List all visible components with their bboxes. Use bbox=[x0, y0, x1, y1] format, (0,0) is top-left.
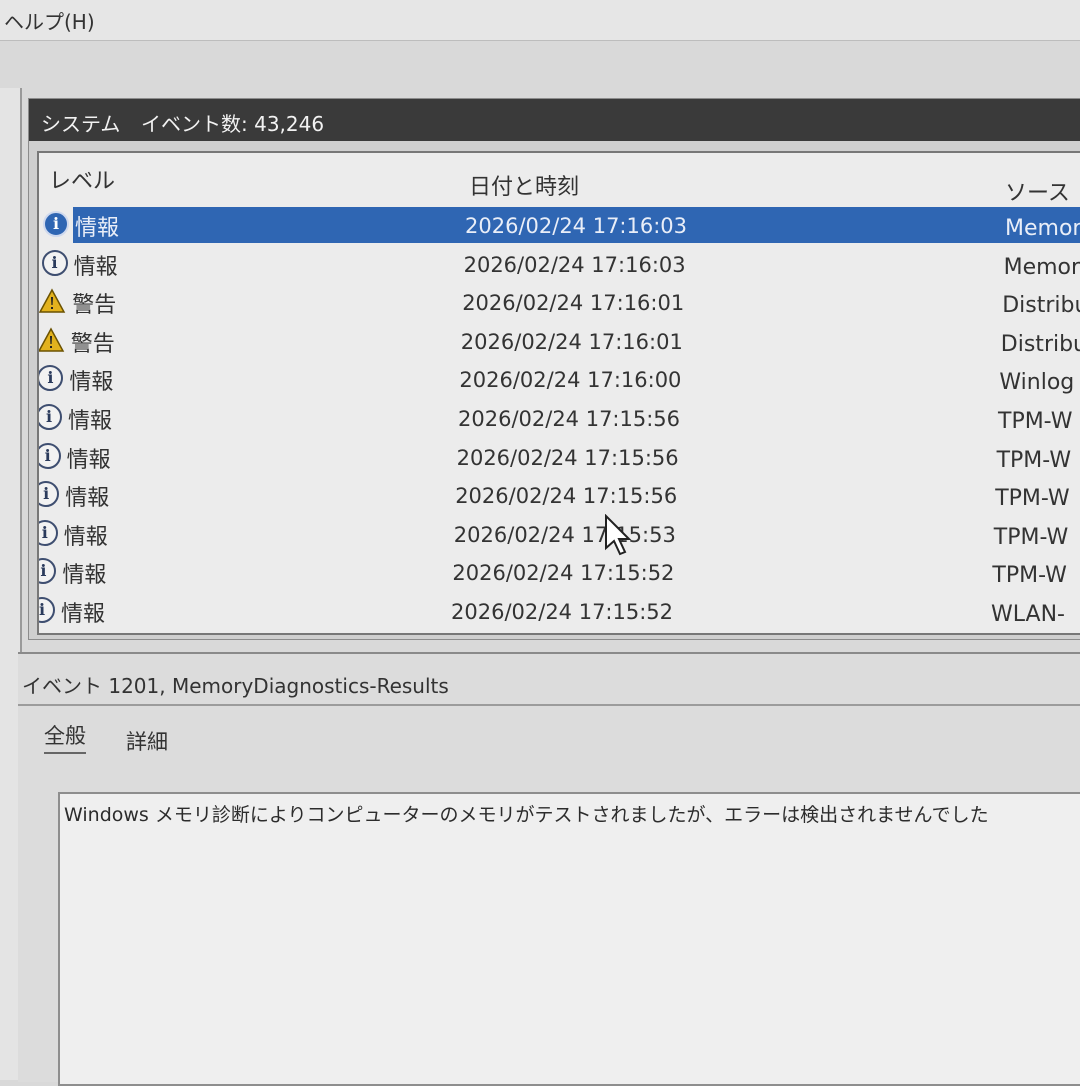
row-source: Distribu bbox=[1002, 293, 1080, 318]
table-row[interactable]: i情報 2026/02/24 17:16:03 Memor bbox=[39, 244, 1080, 282]
row-datetime: 2026/02/24 17:16:00 bbox=[459, 368, 681, 392]
row-datetime: 2026/02/24 17:16:03 bbox=[465, 214, 687, 238]
row-source: Distribu bbox=[1001, 332, 1080, 357]
row-level: 情報 bbox=[62, 557, 106, 589]
row-source: TPM-W bbox=[997, 448, 1072, 473]
info-icon: i bbox=[42, 250, 68, 276]
menu-bar: ヘルプ(H) bbox=[0, 0, 1080, 41]
event-description-box[interactable]: Windows メモリ診断によりコンピューターのメモリがテストされましたが、エラ… bbox=[58, 792, 1080, 1086]
row-datetime: 2026/02/24 17:15:52 bbox=[452, 561, 674, 585]
table-row[interactable]: i情報 2026/02/24 17:15:52 WLAN- bbox=[39, 591, 1080, 629]
row-datetime: 2026/02/24 17:15:56 bbox=[455, 484, 677, 508]
event-detail-title: イベント 1201, MemoryDiagnostics-Results bbox=[22, 670, 449, 699]
row-source: TPM-W bbox=[992, 563, 1067, 588]
table-row[interactable]: i情報 2026/02/24 17:16:03 Memor bbox=[39, 205, 1080, 243]
column-header-source[interactable]: ソース bbox=[1005, 175, 1070, 207]
event-description: Windows メモリ診断によりコンピューターのメモリがテストされましたが、エラ… bbox=[64, 800, 989, 827]
row-level: 情報 bbox=[61, 596, 105, 628]
table-row[interactable]: i情報 2026/02/24 17:15:52 TPM-W bbox=[39, 552, 1080, 590]
table-row[interactable]: i情報 2026/02/24 17:15:56 TPM-W bbox=[39, 398, 1080, 436]
log-name: システム bbox=[41, 108, 120, 137]
row-source: TPM-W bbox=[998, 409, 1073, 434]
info-icon: i bbox=[37, 481, 59, 507]
info-icon: i bbox=[43, 211, 69, 237]
info-icon: i bbox=[37, 404, 62, 430]
row-datetime: 2026/02/24 17:15:56 bbox=[457, 446, 679, 470]
row-level: 情報 bbox=[67, 442, 111, 474]
row-datetime: 2026/02/24 17:15:52 bbox=[451, 600, 673, 624]
row-level: 情報 bbox=[65, 480, 109, 512]
info-icon: i bbox=[37, 520, 58, 546]
event-detail-pane: イベント 1201, MemoryDiagnostics-Results 全般 … bbox=[18, 652, 1080, 1082]
row-level: 情報 bbox=[74, 249, 118, 281]
table-row[interactable]: i情報 2026/02/24 17:15:56 TPM-W bbox=[39, 475, 1080, 513]
row-level: 情報 bbox=[69, 364, 113, 396]
row-source: Memor bbox=[1004, 255, 1080, 280]
table-row[interactable]: i情報 2026/02/24 17:16:00 Winlog bbox=[39, 359, 1080, 397]
row-level: 情報 bbox=[64, 519, 108, 551]
row-source: Winlog bbox=[999, 370, 1074, 395]
table-row[interactable]: i情報 2026/02/24 17:15:53 TPM-W bbox=[39, 514, 1080, 552]
row-level: 警告 bbox=[72, 287, 116, 319]
table-row[interactable]: 警告 2026/02/24 17:16:01 Distribu bbox=[39, 321, 1080, 359]
row-source: WLAN- bbox=[991, 602, 1065, 627]
info-icon: i bbox=[37, 443, 61, 469]
panel-header: システム イベント数: 43,246 bbox=[29, 99, 1080, 141]
table-row[interactable]: i情報2026/02/24 17:15:52TPM bbox=[39, 630, 1080, 635]
warning-icon bbox=[37, 327, 65, 353]
row-source: TPM-W bbox=[995, 486, 1070, 511]
row-datetime: 2026/02/24 17:15:56 bbox=[458, 407, 680, 431]
info-icon: i bbox=[37, 558, 56, 584]
menu-help[interactable]: ヘルプ(H) bbox=[4, 6, 95, 35]
mouse-cursor-icon bbox=[604, 514, 632, 558]
info-icon: i bbox=[37, 597, 55, 623]
row-level: 情報 bbox=[75, 210, 119, 242]
divider bbox=[18, 704, 1080, 706]
row-source: Memor bbox=[1005, 216, 1080, 241]
tab-details[interactable]: 詳細 bbox=[126, 726, 168, 756]
table-row[interactable]: 警告 2026/02/24 17:16:01 Distribu bbox=[39, 282, 1080, 320]
column-header-level[interactable]: レベル bbox=[49, 163, 115, 195]
tab-general[interactable]: 全般 bbox=[44, 720, 86, 754]
row-datetime: 2026/02/24 17:16:01 bbox=[462, 291, 684, 315]
row-datetime: 2026/02/24 17:15:53 bbox=[454, 523, 676, 547]
row-datetime: 2026/02/24 17:16:03 bbox=[464, 253, 686, 277]
event-count: イベント数: 43,246 bbox=[141, 108, 324, 137]
row-datetime: 2026/02/24 17:16:01 bbox=[461, 330, 683, 354]
row-level: 警告 bbox=[71, 326, 115, 358]
event-list-panel: システム イベント数: 43,246 レベル 日付と時刻 ソース i情報2026… bbox=[28, 98, 1080, 640]
row-level: 情報 bbox=[68, 403, 112, 435]
row-source: TPM-W bbox=[994, 525, 1069, 550]
warning-icon bbox=[38, 288, 66, 314]
info-icon: i bbox=[37, 365, 63, 391]
column-header-datetime[interactable]: 日付と時刻 bbox=[469, 169, 579, 201]
event-grid: レベル 日付と時刻 ソース i情報2026/02/24 17:16:03Memo… bbox=[37, 151, 1080, 635]
table-row[interactable]: i情報 2026/02/24 17:15:56 TPM-W bbox=[39, 437, 1080, 475]
